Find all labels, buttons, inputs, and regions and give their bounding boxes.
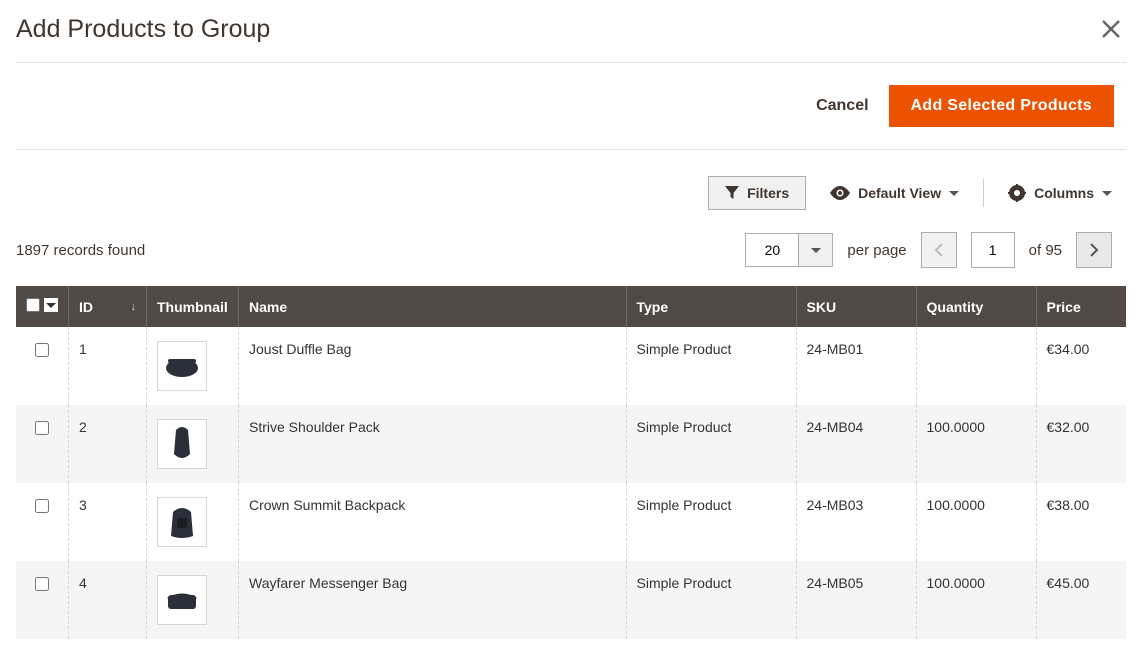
cell-thumbnail <box>147 561 239 639</box>
filters-label: Filters <box>747 185 789 201</box>
cell-price: €32.00 <box>1036 405 1126 483</box>
table-row[interactable]: 4 Wayfarer Messenger BagSimple Product24-… <box>16 561 1126 639</box>
cell-price: €45.00 <box>1036 561 1126 639</box>
cell-id: 4 <box>69 561 147 639</box>
cell-quantity <box>916 327 1036 405</box>
column-header-quantity[interactable]: Quantity <box>916 286 1036 327</box>
close-icon <box>1100 18 1122 40</box>
row-checkbox[interactable] <box>35 499 49 513</box>
cell-type: Simple Product <box>626 483 796 561</box>
row-checkbox[interactable] <box>35 343 49 357</box>
table-row[interactable]: 2 Strive Shoulder PackSimple Product24-MB… <box>16 405 1126 483</box>
cell-sku: 24-MB04 <box>796 405 916 483</box>
cell-thumbnail <box>147 327 239 405</box>
cell-sku: 24-MB01 <box>796 327 916 405</box>
columns-label: Columns <box>1034 185 1094 201</box>
chevron-down-icon <box>1102 191 1112 196</box>
table-row[interactable]: 3 Crown Summit BackpackSimple Product24-M… <box>16 483 1126 561</box>
chevron-down-icon <box>811 248 821 253</box>
column-header-id[interactable]: ID↓ <box>69 286 147 327</box>
of-pages-label: of 95 <box>1029 242 1062 259</box>
columns-selector[interactable]: Columns <box>1008 184 1112 202</box>
cell-price: €34.00 <box>1036 327 1126 405</box>
cell-thumbnail <box>147 483 239 561</box>
product-thumbnail <box>157 419 207 469</box>
cell-quantity: 100.0000 <box>916 405 1036 483</box>
cell-quantity: 100.0000 <box>916 561 1036 639</box>
page-size-input[interactable] <box>745 233 799 267</box>
column-header-thumbnail[interactable]: Thumbnail <box>147 286 239 327</box>
product-thumbnail <box>157 341 207 391</box>
cell-quantity: 100.0000 <box>916 483 1036 561</box>
cell-type: Simple Product <box>626 327 796 405</box>
select-dropdown[interactable] <box>44 298 58 312</box>
row-checkbox[interactable] <box>35 421 49 435</box>
cell-type: Simple Product <box>626 405 796 483</box>
eye-icon <box>830 186 850 200</box>
product-thumbnail <box>157 575 207 625</box>
chevron-down-icon <box>46 303 56 308</box>
cell-name: Joust Duffle Bag <box>239 327 627 405</box>
column-header-name[interactable]: Name <box>239 286 627 327</box>
page-number-input[interactable] <box>971 232 1015 268</box>
chevron-right-icon <box>1089 243 1099 257</box>
cell-type: Simple Product <box>626 561 796 639</box>
gear-icon <box>1008 184 1026 202</box>
view-label: Default View <box>858 185 941 201</box>
per-page-label: per page <box>847 242 906 259</box>
cell-price: €38.00 <box>1036 483 1126 561</box>
cell-id: 1 <box>69 327 147 405</box>
add-selected-button[interactable]: Add Selected Products <box>889 85 1114 127</box>
separator <box>983 179 984 207</box>
row-checkbox[interactable] <box>35 577 49 591</box>
cell-thumbnail <box>147 405 239 483</box>
cell-id: 2 <box>69 405 147 483</box>
page-size-dropdown[interactable] <box>799 233 833 267</box>
products-table: ID↓ Thumbnail Name Type SKU Quantity Pri… <box>16 286 1126 639</box>
chevron-left-icon <box>934 243 944 257</box>
product-thumbnail <box>157 497 207 547</box>
next-page-button[interactable] <box>1076 232 1112 268</box>
cell-name: Strive Shoulder Pack <box>239 405 627 483</box>
table-row[interactable]: 1 Joust Duffle BagSimple Product24-MB01 €3… <box>16 327 1126 405</box>
column-header-type[interactable]: Type <box>626 286 796 327</box>
funnel-icon <box>725 186 739 200</box>
cell-name: Wayfarer Messenger Bag <box>239 561 627 639</box>
select-all-checkbox[interactable] <box>26 298 40 312</box>
cell-sku: 24-MB05 <box>796 561 916 639</box>
cell-id: 3 <box>69 483 147 561</box>
prev-page-button[interactable] <box>921 232 957 268</box>
column-header-price[interactable]: Price <box>1036 286 1126 327</box>
filters-button[interactable]: Filters <box>708 176 806 210</box>
cell-name: Crown Summit Backpack <box>239 483 627 561</box>
close-button[interactable] <box>1096 14 1126 44</box>
chevron-down-icon <box>949 191 959 196</box>
cell-sku: 24-MB03 <box>796 483 916 561</box>
sort-arrow-icon: ↓ <box>131 301 137 313</box>
modal-title: Add Products to Group <box>16 15 270 44</box>
records-count: 1897 records found <box>16 242 145 259</box>
column-header-select[interactable] <box>16 286 69 327</box>
cancel-button[interactable]: Cancel <box>816 97 868 115</box>
view-selector[interactable]: Default View <box>830 185 959 201</box>
column-header-sku[interactable]: SKU <box>796 286 916 327</box>
